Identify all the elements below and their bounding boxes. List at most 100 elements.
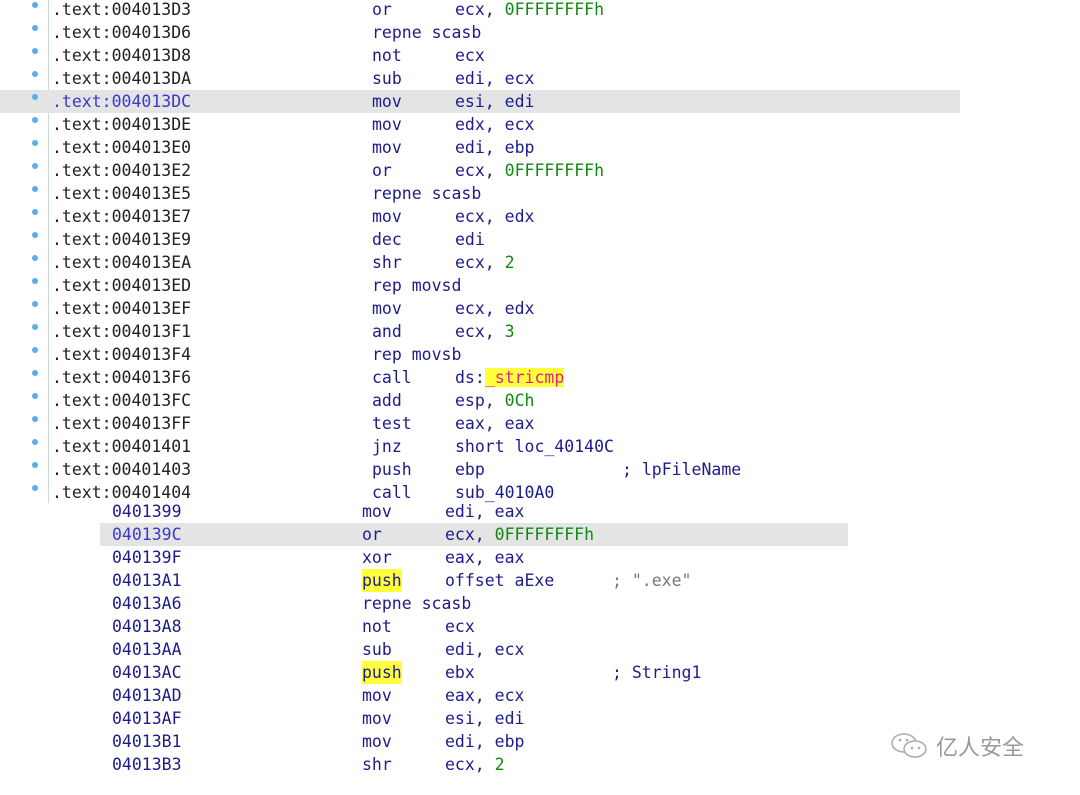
numeric-constant: 0Ch (504, 391, 535, 410)
operand: eax, eax (455, 412, 534, 435)
breakpoint-dot-icon[interactable] (32, 462, 38, 468)
operand-text: short loc_40140C (455, 437, 614, 456)
listing-row[interactable]: 04013A8 not ecx (0, 615, 1080, 638)
listing-row[interactable]: .text:004013D8 not ecx (0, 44, 960, 67)
listing-row[interactable]: .text:004013E2 or ecx, 0FFFFFFFFh (0, 159, 960, 182)
operand-text: eax, eax (455, 414, 535, 433)
listing-row[interactable]: 0401399 mov edi, eax (0, 503, 1080, 523)
operand-text: eax, eax (445, 548, 525, 567)
listing-row[interactable]: .text:004013FC add esp, 0Ch (0, 389, 960, 412)
mnemonic: jnz (372, 437, 402, 456)
mnemonic: mov (372, 299, 402, 318)
listing-row[interactable]: .text:004013D3 or ecx, 0FFFFFFFFh (0, 0, 960, 21)
mnemonic: sub (362, 640, 392, 659)
listing-row[interactable]: .text:004013E0 mov edi, ebp (0, 136, 960, 159)
listing-row[interactable]: .text:004013E9 dec edi (0, 228, 960, 251)
address: .text:004013FC (52, 391, 192, 410)
breakpoint-dot-icon[interactable] (32, 439, 38, 445)
listing-row[interactable]: 04013AF mov esi, edi (0, 707, 1080, 730)
listing-row[interactable]: .text:004013E5 repne scasb (0, 182, 960, 205)
listing-row[interactable]: .text:004013FF test eax, eax (0, 412, 960, 435)
breakpoint-dot-icon[interactable] (32, 140, 38, 146)
operand-text: ecx, (445, 755, 495, 774)
listing-row[interactable]: 04013AC push ebx ; String1 (0, 661, 1080, 684)
listing-row[interactable]: .text:00401403 push ebp ; lpFileName (0, 458, 960, 481)
listing-row[interactable]: .text:004013EF mov ecx, edx (0, 297, 960, 320)
address: .text:004013F6 (52, 368, 192, 387)
breakpoint-dot-icon[interactable] (32, 94, 38, 100)
numeric-constant: 2 (494, 755, 505, 774)
operand: ecx, 2 (445, 753, 505, 776)
operand: offset aExe (445, 569, 554, 592)
breakpoint-dot-icon[interactable] (32, 278, 38, 284)
listing-row[interactable]: 040139C or ecx, 0FFFFFFFFh (100, 523, 848, 546)
listing-row[interactable]: .text:004013F1 and ecx, 3 (0, 320, 960, 343)
listing-row[interactable]: .text:004013F4 rep movsb (0, 343, 960, 366)
listing-row[interactable]: .text:004013ED rep movsd (0, 274, 960, 297)
function-name[interactable]: _stricmp (484, 368, 565, 387)
listing-row[interactable]: .text:00401404 call sub_4010A0 (0, 481, 960, 503)
listing-row[interactable]: 04013A6 repne scasb (0, 592, 1080, 615)
breakpoint-dot-icon[interactable] (32, 186, 38, 192)
address: .text:00401403 (52, 460, 192, 479)
operand: short loc_40140C (455, 435, 614, 458)
operand: esp, 0Ch (455, 389, 534, 412)
mnemonic: dec (372, 230, 402, 249)
operand: edi, ecx (445, 638, 524, 661)
breakpoint-dot-icon[interactable] (32, 485, 38, 491)
breakpoint-dot-icon[interactable] (32, 209, 38, 215)
operand: ecx, 0FFFFFFFFh (455, 0, 604, 21)
numeric-constant: 0FFFFFFFFh (504, 0, 605, 19)
breakpoint-dot-icon[interactable] (32, 71, 38, 77)
breakpoint-dot-icon[interactable] (32, 347, 38, 353)
address: 04013A1 (112, 571, 182, 590)
mnemonic: not (372, 46, 402, 65)
breakpoint-dot-icon[interactable] (32, 2, 38, 8)
breakpoint-dot-icon[interactable] (32, 117, 38, 123)
listing-row[interactable]: .text:004013EA shr ecx, 2 (0, 251, 960, 274)
listing-row[interactable]: .text:004013DA sub edi, ecx (0, 67, 960, 90)
listing-row[interactable]: 040139F xor eax, eax (0, 546, 1080, 569)
address: .text:004013ED (52, 276, 192, 295)
address: 04013AC (112, 663, 182, 682)
operand: edi, ebp (455, 136, 534, 159)
address: .text:004013FF (52, 414, 192, 433)
breakpoint-dot-icon[interactable] (32, 416, 38, 422)
breakpoint-dot-icon[interactable] (32, 393, 38, 399)
breakpoint-dot-icon[interactable] (32, 255, 38, 261)
operand-text: edi (455, 230, 485, 249)
mnemonic: call (372, 368, 412, 387)
listing-row[interactable]: .text:00401401 jnz short loc_40140C (0, 435, 960, 458)
address: .text:004013D6 (52, 23, 192, 42)
operand: ecx, 3 (455, 320, 515, 343)
operand: ecx, 0FFFFFFFFh (455, 159, 604, 182)
listing-row[interactable]: 04013AA sub edi, ecx (0, 638, 1080, 661)
address: 04013A6 (112, 594, 182, 613)
breakpoint-dot-icon[interactable] (32, 232, 38, 238)
listing-row[interactable]: .text:004013D6 repne scasb (0, 21, 960, 44)
listing-row[interactable]: .text:004013DC mov esi, edi (0, 90, 960, 113)
listing-row[interactable]: .text:004013E7 mov ecx, edx (0, 205, 960, 228)
listing-row[interactable]: 04013A1 push offset aExe ; ".exe" (0, 569, 1080, 592)
listing-row[interactable]: .text:004013F6 call ds:_stricmp (0, 366, 960, 389)
listing-row[interactable]: 04013AD mov eax, ecx (0, 684, 1080, 707)
breakpoint-dot-icon[interactable] (32, 163, 38, 169)
breakpoint-dot-icon[interactable] (32, 324, 38, 330)
breakpoint-dot-icon[interactable] (32, 48, 38, 54)
address: .text:00401404 (52, 483, 192, 502)
operand-text: ecx, (455, 0, 505, 19)
breakpoint-dot-icon[interactable] (32, 25, 38, 31)
address: .text:004013E0 (52, 138, 192, 157)
breakpoint-dot-icon[interactable] (32, 301, 38, 307)
mnemonic: and (372, 322, 402, 341)
operand: ecx, edx (455, 297, 534, 320)
listing-row[interactable]: .text:004013DE mov edx, ecx (0, 113, 960, 136)
mnemonic: test (372, 414, 412, 433)
mnemonic: mov (372, 138, 402, 157)
breakpoint-dot-icon[interactable] (32, 370, 38, 376)
address: .text:004013D3 (52, 0, 192, 19)
operand: edi, ebp (445, 730, 524, 753)
address: .text:004013E5 (52, 184, 192, 203)
address: .text:004013F1 (52, 322, 192, 341)
operand-text: esp, (455, 391, 505, 410)
